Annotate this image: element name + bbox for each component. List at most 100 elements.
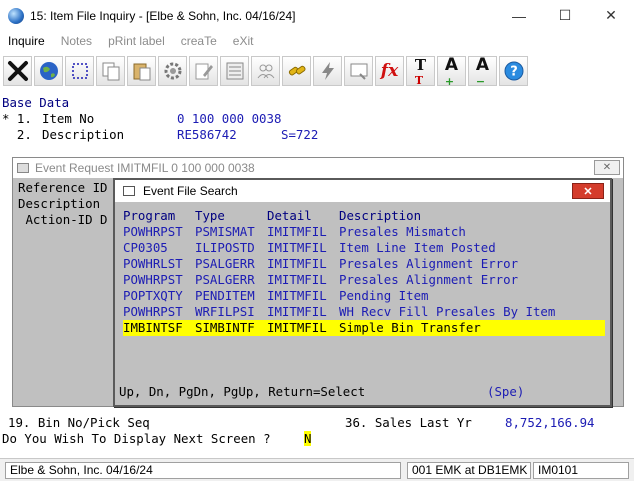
users-icon[interactable] bbox=[251, 56, 280, 86]
event-file-search-titlebar: Event File Search bbox=[115, 180, 610, 202]
lightning-icon[interactable] bbox=[313, 56, 342, 86]
row-type: PSMISMAT bbox=[195, 224, 255, 239]
event-request-close-button[interactable]: ✕ bbox=[594, 160, 620, 175]
row-description: Item Line Item Posted bbox=[339, 240, 496, 255]
window-title: 15: Item File Inquiry - [Elbe & Sohn, In… bbox=[30, 8, 296, 23]
list-header: Program Type Detail Description bbox=[123, 208, 605, 224]
row-program: IMBINTSF bbox=[123, 320, 183, 335]
prompt-answer-value[interactable]: N bbox=[304, 431, 312, 446]
row-description: Presales Mismatch bbox=[339, 224, 466, 239]
event-file-search-title: Event File Search bbox=[143, 184, 238, 198]
row-detail: IMITMFIL bbox=[267, 304, 327, 319]
description-extra: S=722 bbox=[281, 127, 319, 142]
row-type: ILIPOSTD bbox=[195, 240, 255, 255]
field-1-label: Item No bbox=[42, 111, 95, 126]
column-detail: Detail bbox=[267, 208, 312, 223]
row-type: PENDITEM bbox=[195, 288, 255, 303]
link-icon[interactable] bbox=[282, 56, 311, 86]
row-description: WH Recv Fill Presales By Item bbox=[339, 304, 556, 319]
menu-create[interactable]: creaTe bbox=[173, 34, 225, 48]
edit-icon[interactable] bbox=[189, 56, 218, 86]
status-program: IM0101 bbox=[533, 462, 629, 479]
status-session: 001 EMK at DB1EMK bbox=[407, 462, 531, 479]
description-label: Description bbox=[18, 196, 101, 211]
field-1-marker: * 1. bbox=[2, 111, 32, 126]
menu-print-label[interactable]: pRint label bbox=[100, 34, 173, 48]
screen-icon[interactable] bbox=[344, 56, 373, 86]
row-type: PSALGERR bbox=[195, 256, 255, 271]
globe-icon[interactable] bbox=[34, 56, 63, 86]
dialog-footer: Up, Dn, PgDn, PgUp, Return=Select (Spe) bbox=[119, 384, 524, 448]
row-program: POWHRPST bbox=[123, 272, 183, 287]
prompt-answer-input[interactable]: N bbox=[304, 431, 312, 447]
mode-indicator: (Spe) bbox=[487, 384, 525, 399]
app-globe-icon bbox=[8, 7, 24, 24]
row-program: POPTXQTY bbox=[123, 288, 183, 303]
row-detail: IMITMFIL bbox=[267, 272, 327, 287]
column-type: Type bbox=[195, 208, 225, 223]
row-program: POWHRPST bbox=[123, 224, 183, 239]
list-item[interactable]: CP0305 ILIPOSTD IMITMFIL Item Line Item … bbox=[123, 240, 605, 256]
toolbar: fx TT A + A − ? bbox=[0, 52, 634, 90]
row-detail: IMITMFIL bbox=[267, 320, 327, 335]
copy-icon[interactable] bbox=[96, 56, 125, 86]
action-id-label: Action-ID D bbox=[18, 212, 108, 227]
list-icon[interactable] bbox=[220, 56, 249, 86]
event-list: Program Type Detail Description POWHRPST… bbox=[123, 206, 605, 376]
font-decrease-icon[interactable]: A − bbox=[468, 55, 497, 88]
sales-last-yr-value: 8,752,166.94 bbox=[505, 415, 595, 430]
row-detail: IMITMFIL bbox=[267, 288, 327, 303]
window-icon bbox=[17, 163, 29, 173]
close-icon[interactable]: ✕ bbox=[572, 183, 604, 199]
close-x-icon[interactable] bbox=[3, 56, 32, 86]
row-type: SIMBINTF bbox=[195, 320, 255, 335]
menu-notes[interactable]: Notes bbox=[53, 34, 100, 48]
column-program: Program bbox=[123, 208, 176, 223]
row-description: Presales Alignment Error bbox=[339, 256, 519, 271]
list-item[interactable]: POWHRPST WRFILPSI IMITMFIL WH Recv Fill … bbox=[123, 304, 605, 320]
menu-exit[interactable]: eXit bbox=[225, 34, 262, 48]
description-value[interactable]: RE586742 bbox=[177, 127, 237, 143]
row-type: PSALGERR bbox=[195, 272, 255, 287]
list-item[interactable]: POWHRLST PSALGERR IMITMFIL Presales Alig… bbox=[123, 256, 605, 272]
list-item[interactable]: POWHRPST PSMISMAT IMITMFIL Presales Mism… bbox=[123, 224, 605, 240]
font-increase-icon[interactable]: A + bbox=[437, 55, 466, 88]
window-icon bbox=[123, 186, 135, 196]
row-program: CP0305 bbox=[123, 240, 168, 255]
column-description: Description bbox=[339, 208, 422, 223]
row-description: Presales Alignment Error bbox=[339, 272, 519, 287]
status-bar: Elbe & Sohn, Inc. 04/16/24 001 EMK at DB… bbox=[0, 458, 634, 481]
field-2-marker: 2. bbox=[2, 127, 32, 142]
help-icon[interactable]: ? bbox=[499, 56, 528, 86]
menu-bar: Inquire Notes pRint label creaTe eXit bbox=[0, 31, 634, 51]
minimize-button[interactable]: — bbox=[496, 0, 542, 31]
list-item[interactable]: POPTXQTY PENDITEM IMITMFIL Pending Item bbox=[123, 288, 605, 304]
row-program: POWHRLST bbox=[123, 256, 183, 271]
gear-icon[interactable] bbox=[158, 56, 187, 86]
row-program: POWHRPST bbox=[123, 304, 183, 319]
item-no-value[interactable]: 0 100 000 0038 bbox=[177, 111, 281, 127]
row-type: WRFILPSI bbox=[195, 304, 255, 319]
event-request-title: Event Request IMITMFIL 0 100 000 0038 bbox=[35, 161, 255, 175]
menu-inquire[interactable]: Inquire bbox=[0, 34, 53, 48]
title-bar: 15: Item File Inquiry - [Elbe & Sohn, In… bbox=[0, 0, 634, 31]
row-description: Pending Item bbox=[339, 288, 429, 303]
close-window-button[interactable]: ✕ bbox=[588, 0, 634, 31]
select-rect-icon[interactable] bbox=[65, 56, 94, 86]
row-detail: IMITMFIL bbox=[267, 256, 327, 271]
row-description: Simple Bin Transfer bbox=[339, 320, 481, 335]
section-title: Base Data bbox=[2, 95, 70, 110]
function-icon[interactable]: fx bbox=[375, 56, 404, 86]
event-request-titlebar: Event Request IMITMFIL 0 100 000 0038 bbox=[13, 158, 623, 178]
paste-icon[interactable] bbox=[127, 56, 156, 86]
row-detail: IMITMFIL bbox=[267, 224, 327, 239]
navigation-hint: Up, Dn, PgDn, PgUp, Return=Select bbox=[119, 384, 366, 399]
reference-id-label: Reference ID bbox=[18, 180, 108, 195]
list-item-selected[interactable]: IMBINTSF SIMBINTF IMITMFIL Simple Bin Tr… bbox=[123, 320, 605, 336]
row-detail: IMITMFIL bbox=[267, 240, 327, 255]
list-item[interactable]: POWHRPST PSALGERR IMITMFIL Presales Alig… bbox=[123, 272, 605, 288]
maximize-button[interactable]: ☐ bbox=[542, 0, 588, 31]
status-company: Elbe & Sohn, Inc. 04/16/24 bbox=[5, 462, 401, 479]
field-36-label: 36. Sales Last Yr bbox=[345, 415, 472, 430]
text-size-icon[interactable]: TT bbox=[406, 56, 435, 87]
